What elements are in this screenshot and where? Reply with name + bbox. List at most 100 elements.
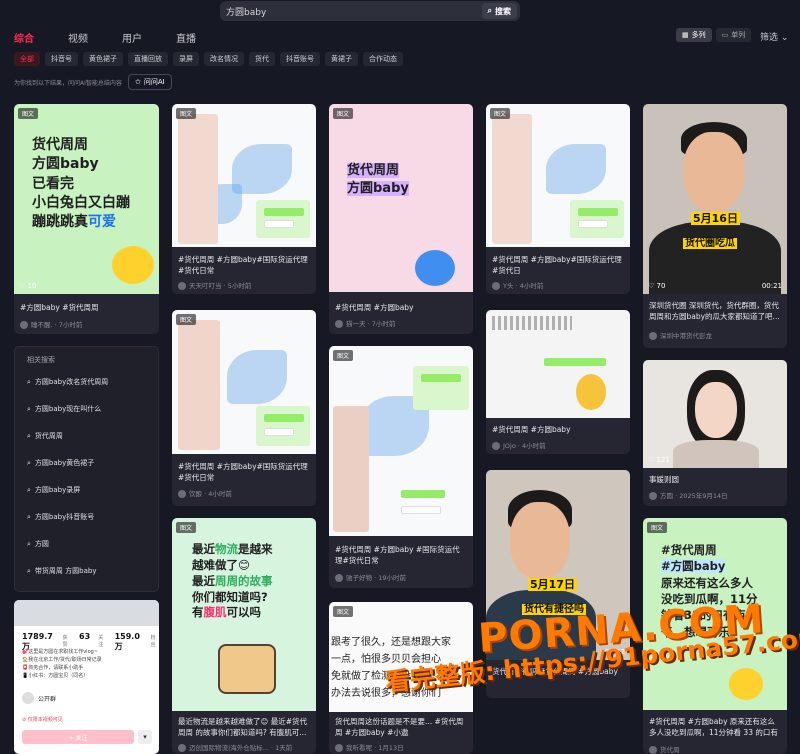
related-item[interactable]: ⌕ 方圆baby录屏 (27, 485, 80, 495)
cover-text: 跟考了很久，还是想跟大家 (331, 637, 451, 648)
avatar (649, 492, 657, 500)
chip[interactable]: 黄色裙子 (83, 52, 123, 66)
search-icon: ⌕ (27, 404, 31, 413)
result-card[interactable]: 图文 #货代周周 #方圆baby#国际货运代理#货代日常 饮酿 · 4小时前 (172, 310, 316, 506)
cover-text: 方圆baby (347, 180, 409, 196)
image-post-badge: 图文 (176, 108, 197, 119)
related-item[interactable]: ⌕ 方圆 (27, 539, 49, 549)
single-column-button[interactable]: ▭ 单列 (715, 28, 752, 42)
cover-text: 货代周周 (347, 163, 400, 178)
avatar (20, 321, 28, 329)
chip[interactable]: 黄裙子 (325, 52, 358, 66)
related-item[interactable]: ⌕ 带货周周 方圆baby (27, 566, 96, 576)
card-meta: 饮酿 · 4小时前 (178, 488, 312, 498)
avatar (335, 320, 343, 328)
image-post-badge: 图文 (333, 108, 354, 119)
image-post-badge: 图文 (176, 314, 197, 325)
cover-text: 蹦跳跳真 (32, 214, 88, 231)
profile-cover (14, 600, 159, 626)
like-count: ♡ 70 (648, 282, 666, 290)
selfie-photo (178, 320, 220, 450)
search-icon: ⌕ (27, 458, 31, 467)
cover-text: 有腹肌可以吗 (192, 605, 261, 620)
avatar (649, 332, 657, 340)
cover-text: 越难做了😊 (192, 557, 250, 572)
image-post-badge: 图文 (647, 522, 668, 533)
emoji-sticker (415, 250, 455, 286)
related-item[interactable]: ⌕ 方圆baby改名货代周周 (27, 377, 108, 387)
card-meta: 深圳中港货代彭龙 (649, 330, 783, 340)
tab-live[interactable]: 直播 (176, 30, 230, 46)
image-post-badge: 图文 (333, 606, 354, 617)
multi-column-button[interactable]: ▦ 多列 (676, 28, 712, 42)
cover-text: 方圆baby (32, 156, 99, 173)
image-post-badge: 图文 (490, 108, 511, 119)
image-post-badge: 图文 (18, 108, 39, 119)
more-button[interactable]: ▾ (138, 730, 152, 744)
card-meta: 我听看呢 · 1月13日 (335, 742, 469, 752)
chip[interactable]: 全部 (14, 52, 40, 66)
result-card[interactable]: ♡ 121 事媛则圆 方圆 · 2025年9月14日 (643, 360, 787, 506)
chip[interactable]: 抖音账号 (280, 52, 320, 66)
tab-user[interactable]: 用户 (122, 30, 176, 46)
result-card[interactable]: 图文 货代周周 方圆baby 已看完 小白兔白又白蹦 蹦跳跳真可爱 ♡ 10 #… (14, 104, 159, 334)
card-thumbnail: 图文 (486, 104, 630, 247)
chip[interactable]: 合作动态 (363, 52, 403, 66)
card-meta: Y头 · 4小时前 (492, 280, 626, 290)
search-input[interactable] (226, 3, 476, 19)
cover-text: 最近周周的故事 (192, 573, 273, 588)
cover-text: 你们都知道吗? (192, 589, 268, 604)
duck-sticker (576, 374, 606, 410)
tab-all[interactable]: 综合 (14, 30, 68, 46)
search-button[interactable]: ⌕ 搜索 (481, 3, 517, 19)
result-card[interactable]: 图文 最近物流是越来 越难做了😊 最近周周的故事 你们都知道吗? 有腹肌可以吗 … (172, 518, 316, 754)
avatar (178, 490, 186, 498)
related-item[interactable]: ⌕ 方圆baby抖音账号 (27, 512, 94, 522)
cover-text: 原来还有这么多人 (661, 575, 753, 590)
related-item[interactable]: ⌕ 方圆baby黄色裙子 (27, 458, 94, 468)
follow-button[interactable]: + 关注 (22, 730, 134, 744)
card-meta: 迈创国际物流|海外仓贴标... · 1天前 (178, 742, 312, 752)
chip[interactable]: 录屏 (173, 52, 199, 66)
selfie-photo (178, 114, 218, 244)
profile-card[interactable]: 1789.7万 获赞 63 关注 159.0万 粉丝 💕这里是方圆在求职找工作vlog… (14, 600, 159, 754)
cover-text: 最近物流是越来 (192, 542, 273, 556)
avatar (335, 574, 343, 582)
like-count: ♡ 121 (648, 456, 670, 464)
card-meta: JOjo · 4小时前 (492, 440, 626, 450)
chip[interactable]: 货代 (249, 52, 275, 66)
search-icon: ⌕ (27, 431, 31, 440)
emoji-sticker (729, 668, 763, 700)
view-toggle: ▦ 多列 ▭ 单列 (676, 28, 752, 42)
related-item[interactable]: ⌕ 方圆baby现在叫什么 (27, 404, 101, 414)
result-card[interactable]: 图文 货代周周 方圆baby #货代周周 #方圆baby 猫一天 · 7小时前 (329, 104, 473, 334)
group-link[interactable]: 公开群 (22, 692, 56, 704)
result-card[interactable]: 图文 #货代周周 #方圆baby#国际货运代理#货代日常 天天叮叮当 · 5小时… (172, 104, 316, 294)
result-card[interactable]: 图文 #货代周周 #方圆baby #国际货运代理#货代日常 驰子好物 · 19小… (329, 346, 473, 588)
ask-ai-button[interactable]: ✩ 问问AI (128, 74, 172, 90)
result-card[interactable]: 图文 #货代周周 #方圆baby#国际货运代理#货代日 Y头 · 4小时前 (486, 104, 630, 294)
chip[interactable]: 直播回放 (128, 52, 168, 66)
card-title: 事媛则圆 (649, 475, 679, 484)
tab-video[interactable]: 视频 (68, 30, 122, 46)
search-icon: ⌕ (27, 485, 31, 494)
card-title: 货代周周这份话题是不是要... #货代周周 #方圆baby #小遨 (335, 717, 464, 737)
chip[interactable]: 改名情况 (204, 52, 244, 66)
avatar (335, 744, 343, 752)
search-icon: ⌕ (487, 6, 492, 15)
card-title: 深圳货代圈 深圳货代，货代群圈，货代周周和方圆baby的瓜大家都知道了吧... (649, 301, 780, 321)
cover-text: 小白兔白又白蹦 (32, 194, 130, 211)
result-card[interactable]: #货代周周 #方圆baby JOjo · 4小时前 (486, 310, 630, 454)
ai-notice: 为你找到以下结果，问问AI智能总结内容 (14, 80, 122, 87)
card-meta: 方圆 · 2025年9月14日 (649, 490, 783, 500)
related-item[interactable]: ⌕ 货代周周 (27, 431, 63, 441)
heart-icon: ♡ (648, 456, 655, 464)
filter-button[interactable]: 筛选 ⌄ (760, 30, 788, 43)
result-card[interactable]: 5月16日 货代圈吃瓜 ♡ 70 00:21 深圳货代圈 深圳货代，货代群圈，货… (643, 104, 787, 348)
warning-icon: ⊘ (22, 717, 27, 723)
card-meta: 驰子好物 · 19小时前 (335, 572, 469, 582)
card-title: 最近物流是越来越难做了😊 最近#货代周周 的故事你们都知道吗? 有腹肌可... (178, 717, 307, 737)
single-icon: ▭ (721, 31, 729, 39)
image-post-badge: 图文 (333, 350, 354, 361)
chip[interactable]: 抖音号 (45, 52, 78, 66)
